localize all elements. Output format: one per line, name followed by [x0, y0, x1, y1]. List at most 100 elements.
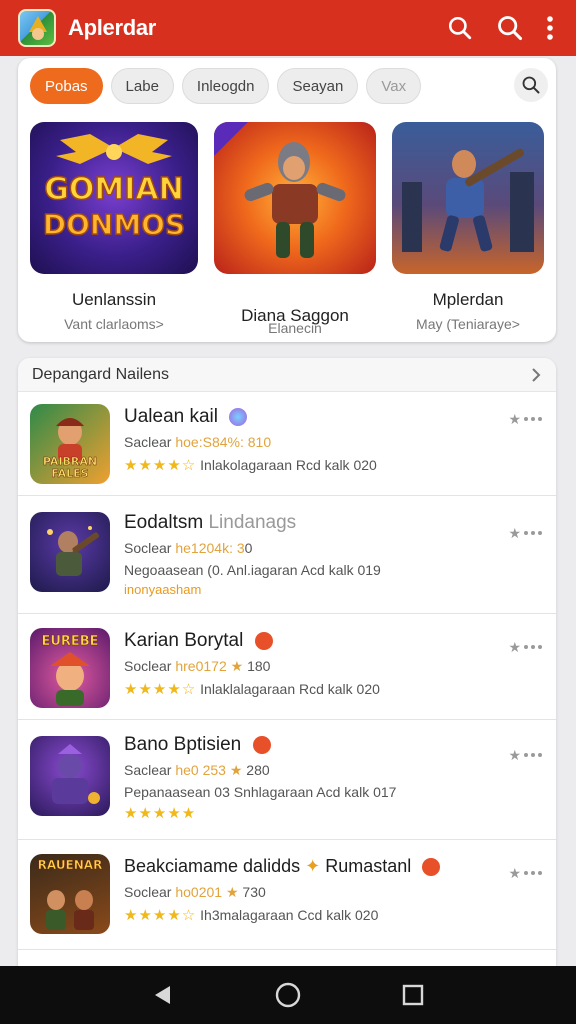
rating-stars: ★★★★☆ — [124, 457, 197, 474]
soldier-character-icon — [47, 526, 99, 576]
app-meta: Soclear ho0201 ★ 730 — [124, 884, 266, 901]
rating-text: Ih3malagaraan Ccd kalk 020 — [200, 907, 379, 923]
description-text: Pepanaasean 03 Snhlagaraan Acd kalk 017 — [124, 784, 397, 800]
badge-icon — [252, 735, 271, 754]
row-more-button[interactable]: ★ — [502, 746, 542, 764]
app-name: Ualean kail — [124, 406, 248, 428]
app-name-suffix: Rumastanl — [325, 856, 412, 876]
list-item[interactable]: RAUENAR Beakciamame dalidds ✦ Rumastanl … — [18, 840, 556, 950]
chip-vax[interactable]: Vax — [366, 68, 422, 104]
app-icon — [30, 512, 110, 592]
featured-item-2[interactable] — [214, 122, 376, 274]
app-name-text: Karian Borytal — [124, 630, 244, 651]
app-name: Karian Borytal — [124, 630, 273, 652]
row-more-button[interactable]: ★ — [502, 638, 542, 656]
featured-subtitle: Elanecin — [268, 320, 322, 336]
chevron-right-icon — [532, 367, 541, 382]
list-item[interactable]: PAIBRAN FALES Ualean kail Saclear hoe:S8… — [18, 392, 556, 496]
meta-suffix: 730 — [242, 884, 266, 900]
app-icon: PAIBRAN FALES — [30, 404, 110, 484]
meta-prefix: Soclear — [124, 658, 172, 674]
globe-badge-icon — [229, 407, 248, 426]
icon-art-text: RAUENAR — [37, 858, 103, 873]
row-more-button[interactable]: ★ — [502, 410, 542, 428]
app-name-muted: Lindanags — [208, 512, 297, 533]
chip-inleogdn[interactable]: Inleogdn — [181, 68, 270, 104]
list-item[interactable]: Eodaltsm Lindanags Soclear he1204k: 30 N… — [18, 496, 556, 614]
recents-button[interactable] — [393, 975, 433, 1015]
list-item[interactable]: EUREBE Karian Borytal Soclear hre0172 ★ … — [18, 614, 556, 720]
app-icon — [30, 736, 110, 816]
search-button[interactable] — [440, 8, 480, 48]
badge-icon — [422, 858, 441, 877]
recents-icon — [403, 984, 424, 1006]
rating-line: ★★★★☆ Inlaklalagaraan Rcd kalk 020 — [124, 680, 380, 698]
featured-subtitle: May (Teniaraye> — [416, 316, 520, 332]
app-name-text: Beakciamame dalidds — [124, 856, 301, 876]
meta-suffix: 280 — [246, 762, 270, 778]
app-meta: Soclear hre0172 ★ 180 — [124, 658, 270, 675]
tag-line: inonyaasham — [124, 582, 201, 597]
search-icon — [448, 16, 472, 40]
art-text-line-2: DONMOS — [42, 207, 186, 242]
section-header[interactable]: Depangard Nailens — [18, 358, 556, 392]
featured-thumbnail: GOMIAN DONMOS — [30, 122, 198, 274]
app-name-text: Bano Bptisien — [124, 734, 242, 755]
featured-card: Pobas Labe Inleogdn Seayan Vax GOMIAN DO… — [18, 58, 556, 342]
app-name: Eodaltsm Lindanags — [124, 512, 296, 534]
rating-line: ★★★★☆ Inlakolagaraan Rcd kalk 020 — [124, 456, 377, 474]
art-text-line-1: GOMIAN — [44, 171, 185, 208]
app-icon: RAUENAR — [30, 854, 110, 934]
search-button-secondary[interactable] — [490, 8, 530, 48]
icon-art-text: PAIBRAN FALES — [42, 455, 98, 480]
app-bar: Aplerdar — [0, 0, 576, 56]
meta-prefix: Soclear — [124, 884, 172, 900]
description-line: Negoaasean (0. Anl.iagaran Acd kalk 019 — [124, 562, 381, 578]
search-icon — [522, 76, 540, 94]
chip-pobas[interactable]: Pobas — [30, 68, 103, 104]
app-name-text: Eodaltsm — [124, 512, 204, 533]
overflow-menu-button[interactable] — [538, 8, 562, 48]
featured-item-3[interactable]: Mplerdan May (Teniaraye> — [392, 122, 544, 332]
chip-labe[interactable]: Labe — [110, 68, 174, 104]
rating-text: Inlakolagaraan Rcd kalk 020 — [200, 457, 377, 473]
app-logo[interactable] — [18, 9, 56, 47]
featured-item-1[interactable]: GOMIAN DONMOS Uenlanssin Vant clarlaoms> — [30, 122, 198, 332]
app-icon: EUREBE — [30, 628, 110, 708]
search-icon — [498, 16, 523, 41]
app-name-text: Ualean kail — [124, 406, 218, 427]
meta-suffix: 180 — [247, 658, 271, 674]
description-line: Pepanaasean 03 Snhlagaraan Acd kalk 017 — [124, 784, 396, 800]
rating-text: Inlaklalagaraan Rcd kalk 020 — [200, 681, 380, 697]
home-button[interactable] — [268, 975, 308, 1015]
back-icon — [154, 986, 170, 1004]
meta-highlight: ho0201 ★ — [175, 884, 239, 900]
more-vert-icon — [547, 16, 553, 40]
meta-prefix: Saclear — [124, 434, 172, 450]
meta-highlight: hoe:S84%: 810 — [175, 434, 272, 450]
app-meta: Saclear hoe:S84%: 810 — [124, 434, 271, 450]
app-meta: Saclear he0 253 ★ 280 — [124, 762, 270, 779]
featured-thumbnail — [214, 122, 376, 274]
featured-name: Uenlanssin — [71, 290, 157, 309]
app-title: Aplerdar — [68, 15, 157, 40]
row-more-button[interactable]: ★ — [502, 864, 542, 882]
featured-subtitle: Vant clarlaoms> — [64, 316, 164, 332]
star-icon: ★ — [508, 864, 521, 881]
back-button[interactable] — [143, 975, 183, 1015]
featured-name: Mplerdan — [432, 290, 504, 309]
icon-art-text: EUREBE — [41, 634, 99, 650]
meta-highlight: he1204k: 3 — [175, 540, 245, 556]
featured-thumbnail — [392, 122, 544, 274]
sparkle-icon: ✦ — [305, 856, 321, 876]
home-icon — [275, 982, 301, 1008]
badge-icon — [254, 631, 273, 650]
meta-highlight: hre0172 ★ — [175, 658, 244, 674]
chip-search-button[interactable] — [514, 68, 548, 102]
row-more-button[interactable]: ★ — [502, 524, 542, 542]
meta-prefix: Saclear — [124, 762, 172, 778]
chip-seayan[interactable]: Seayan — [277, 68, 359, 104]
star-icon: ★ — [508, 746, 521, 763]
list-item[interactable]: Bano Bptisien Saclear he0 253 ★ 280 Pepa… — [18, 720, 556, 840]
rating-line: ★★★★★ — [124, 804, 196, 822]
